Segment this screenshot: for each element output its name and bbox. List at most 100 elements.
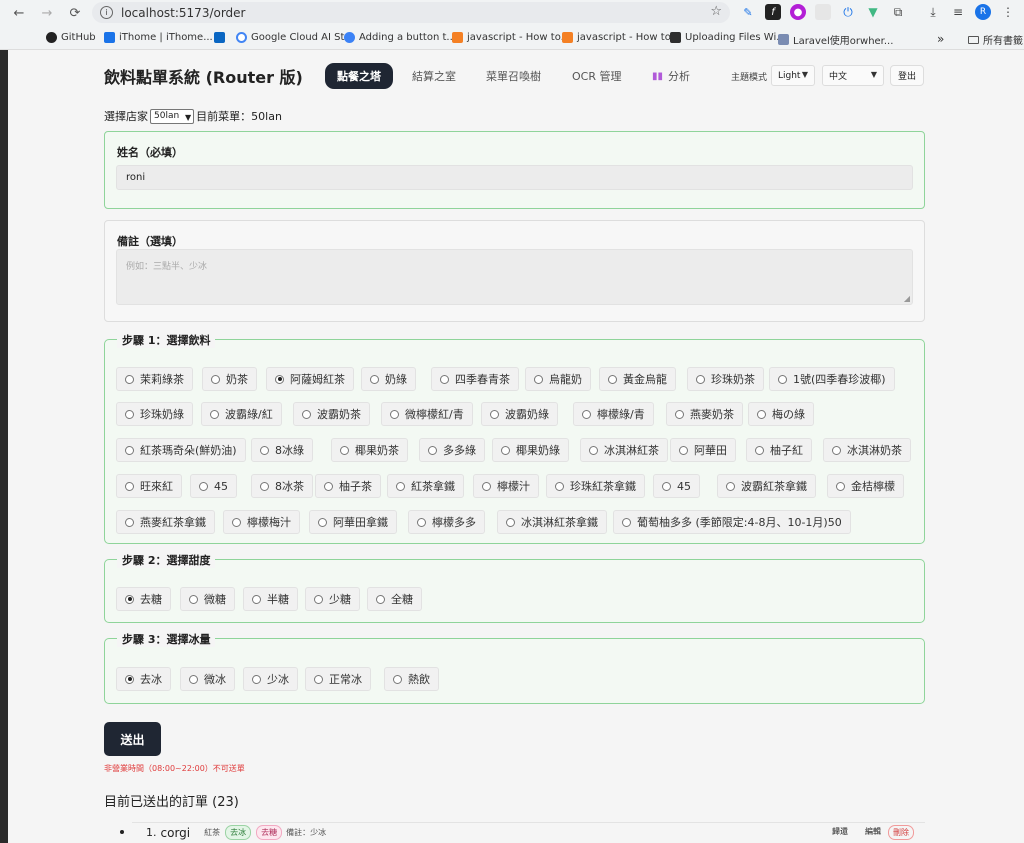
drink-option[interactable]: 燕麥紅茶拿鐵 [116, 510, 215, 534]
drink-option[interactable]: 檸檬汁 [473, 474, 539, 498]
radio-icon[interactable] [260, 445, 269, 455]
bookmark-item[interactable]: Google Cloud AI St... [236, 32, 354, 43]
drink-option[interactable]: 奶茶 [202, 367, 257, 391]
bookmark-item[interactable]: GitHub [46, 32, 96, 43]
extension-blank-icon[interactable] [815, 4, 831, 20]
extension-fx-icon[interactable]: f [765, 4, 781, 20]
radio-icon[interactable] [390, 409, 399, 419]
drink-option[interactable]: 1號(四季春珍波椰) [769, 367, 895, 391]
sugar-option[interactable]: 全糖 [367, 587, 422, 611]
ice-option[interactable]: 去冰 [116, 667, 171, 691]
drink-option[interactable]: 柚子紅 [746, 438, 812, 462]
site-info-icon[interactable]: i [100, 6, 113, 19]
return-button[interactable]: 歸還 [828, 825, 852, 838]
drink-option[interactable]: 梅の綠 [748, 402, 814, 426]
drink-option[interactable]: 珍珠奶綠 [116, 402, 193, 426]
radio-icon[interactable] [482, 481, 491, 491]
sugar-option[interactable]: 去糖 [116, 587, 171, 611]
submit-button[interactable]: 送出 [104, 722, 161, 756]
extension-power-icon[interactable]: ⏻ [840, 4, 856, 20]
drink-option[interactable]: 45 [190, 474, 237, 498]
profile-avatar[interactable]: R [975, 4, 991, 20]
ice-option[interactable]: 正常冰 [305, 667, 371, 691]
extension-vue-icon[interactable]: ▼ [865, 4, 881, 20]
language-select[interactable]: 中文 ▼ [822, 65, 884, 86]
bookmark-item[interactable]: Laravel使用orwher... [778, 32, 893, 47]
radio-icon[interactable] [318, 517, 327, 527]
drink-option[interactable]: 旺來紅 [116, 474, 182, 498]
back-icon[interactable]: ← [10, 4, 28, 22]
bookmark-item[interactable]: javascript - How to... [452, 32, 570, 43]
edit-button[interactable]: 編輯 [861, 825, 885, 838]
logout-button[interactable]: 登出 [890, 65, 924, 86]
radio-icon[interactable] [589, 445, 598, 455]
note-textarea[interactable]: 例如：三點半、少冰 ◢ [116, 249, 913, 305]
radio-icon[interactable] [210, 409, 219, 419]
radio-icon[interactable] [370, 374, 379, 384]
drink-option[interactable]: 柚子茶 [315, 474, 381, 498]
radio-icon[interactable] [440, 374, 449, 384]
extension-purple-icon[interactable]: ● [790, 4, 806, 20]
drink-option[interactable]: 珍珠紅茶拿鐵 [546, 474, 645, 498]
radio-icon[interactable] [396, 481, 405, 491]
radio-icon[interactable] [302, 409, 311, 419]
tab-order[interactable]: 點餐之塔 [325, 63, 393, 89]
drink-option[interactable]: 四季春青茶 [431, 367, 519, 391]
bookmarks-more-button[interactable]: » [937, 32, 944, 46]
extensions-puzzle-icon[interactable]: ⧉ [890, 4, 906, 20]
drink-option[interactable]: 檸檬梅汁 [223, 510, 300, 534]
radio-icon[interactable] [778, 374, 787, 384]
drink-option[interactable]: 8冰茶 [251, 474, 313, 498]
tab-analytics[interactable]: ▮▮ 分析 [640, 63, 702, 89]
radio-icon[interactable] [199, 481, 208, 491]
drink-option[interactable]: 微檸檬紅/青 [381, 402, 473, 426]
radio-icon[interactable] [125, 594, 134, 604]
drink-option[interactable]: 45 [653, 474, 700, 498]
radio-icon[interactable] [232, 517, 241, 527]
drink-option[interactable]: 冰淇淋紅茶 [580, 438, 668, 462]
drink-option[interactable]: 金桔檸檬 [827, 474, 904, 498]
drink-option[interactable]: 燕麥奶茶 [666, 402, 743, 426]
ice-option[interactable]: 微冰 [180, 667, 235, 691]
drink-option[interactable]: 黃金烏龍 [599, 367, 676, 391]
chrome-menu-icon[interactable]: ⋮ [1000, 4, 1016, 20]
tab-menu-tree[interactable]: 菜單召喚樹 [474, 63, 553, 89]
sugar-option[interactable]: 少糖 [305, 587, 360, 611]
ice-option[interactable]: 少冰 [243, 667, 298, 691]
download-icon[interactable]: ⤓ [925, 4, 941, 20]
drink-option[interactable]: 紅茶拿鐵 [387, 474, 464, 498]
bookmark-item[interactable]: Uploading Files Wi... [670, 32, 786, 43]
drink-option[interactable]: 8冰綠 [251, 438, 313, 462]
drink-option[interactable]: 茉莉綠茶 [116, 367, 193, 391]
drink-option[interactable]: 波霸綠/紅 [201, 402, 282, 426]
drink-option[interactable]: 阿華田拿鐵 [309, 510, 397, 534]
bookmark-item[interactable]: javascript - How to... [562, 32, 680, 43]
drink-option[interactable]: 葡萄柚多多 (季節限定:4-8月、10-1月)50 [613, 510, 851, 534]
radio-icon[interactable] [125, 409, 134, 419]
radio-icon[interactable] [189, 594, 198, 604]
drink-option[interactable]: 冰淇淋紅茶拿鐵 [497, 510, 607, 534]
radio-icon[interactable] [555, 481, 564, 491]
radio-icon[interactable] [189, 674, 198, 684]
radio-icon[interactable] [832, 445, 841, 455]
radio-icon[interactable] [252, 594, 261, 604]
drink-option[interactable]: 冰淇淋奶茶 [823, 438, 911, 462]
radio-icon[interactable] [125, 517, 134, 527]
radio-icon[interactable] [376, 594, 385, 604]
radio-icon[interactable] [125, 445, 134, 455]
drink-option[interactable]: 奶綠 [361, 367, 416, 391]
radio-icon[interactable] [608, 374, 617, 384]
radio-icon[interactable] [417, 517, 426, 527]
reload-icon[interactable]: ⟳ [66, 4, 84, 22]
delete-button[interactable]: 刪除 [888, 825, 914, 840]
address-bar[interactable]: i localhost:5173/order ☆ [92, 2, 730, 23]
radio-icon[interactable] [314, 594, 323, 604]
bookmark-item[interactable] [214, 32, 225, 43]
radio-icon[interactable] [662, 481, 671, 491]
resize-grip-icon[interactable]: ◢ [904, 294, 910, 303]
drink-option[interactable]: 椰果奶茶 [331, 438, 408, 462]
radio-icon[interactable] [534, 374, 543, 384]
drink-option[interactable]: 波霸奶茶 [293, 402, 370, 426]
radio-icon[interactable] [622, 517, 631, 527]
theme-select[interactable]: Light ▼ [771, 65, 815, 86]
